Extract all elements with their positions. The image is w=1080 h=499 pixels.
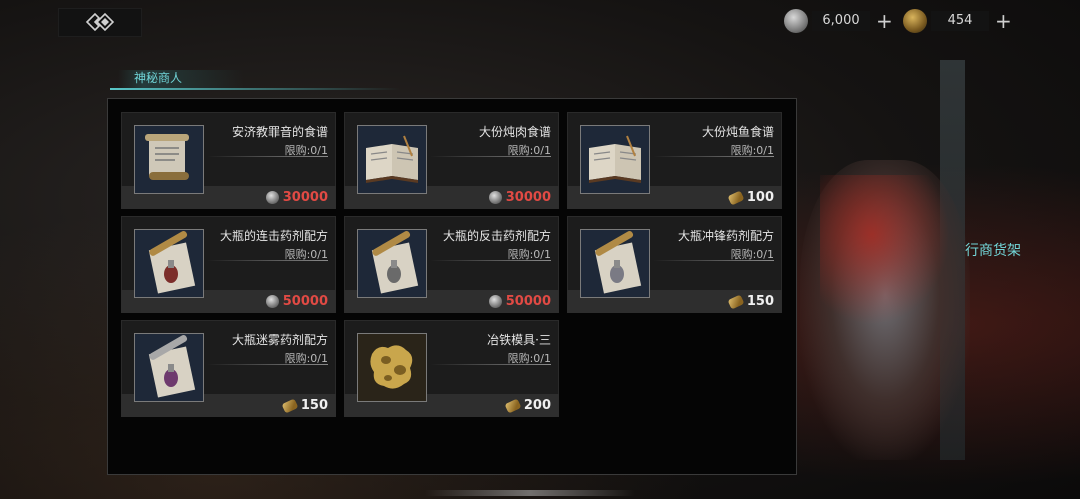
silver-coin-icon [784,9,808,33]
open-book-icon [589,135,641,183]
gold-leaf-icon [903,9,927,33]
item-thumbnail [580,229,650,298]
tab-underline [110,88,400,90]
shop-item-card[interactable]: 大瓶的反击药剂配方 限购:0/1 50000 [344,216,559,313]
item-name: 大瓶冲锋药剂配方 [677,229,774,243]
item-price: 150 [727,294,774,309]
tab-mysterious-merchant[interactable]: 神秘商人 [118,70,244,88]
shop-item-card[interactable]: 大瓶迷雾药剂配方 限购:0/1 150 [121,320,336,417]
back-button[interactable] [58,8,142,37]
bottom-indicator [425,490,635,496]
silver-coin-icon [488,191,502,204]
item-thumbnail [580,125,650,194]
item-price: 200 [504,398,551,413]
gold-leaf-icon [727,190,745,205]
item-name: 大瓶的反击药剂配方 [442,229,551,243]
gold-currency: 454 + [903,8,1012,34]
potion-scroll-icon [148,231,196,294]
item-price: 100 [727,190,774,205]
silver-coin-icon [265,191,279,204]
item-name: 安济教罪音的食谱 [231,125,328,139]
item-price: 50000 [488,294,551,309]
item-thumbnail [134,333,204,402]
shop-panel: 安济教罪音的食谱 限购:0/1 30000 大份炖肉食谱 限购:0/1 3000… [107,98,797,475]
shop-item-card[interactable]: 大份炖鱼食谱 限购:0/1 100 [567,112,782,209]
price-value: 100 [746,190,774,205]
item-thumbnail [357,229,427,298]
shelf-label[interactable]: 行商货架 [965,240,1021,260]
potion-scroll-icon [371,231,419,294]
silver-coin-icon [488,295,502,308]
item-thumbnail [357,333,427,402]
price-value: 50000 [505,294,551,309]
item-price: 50000 [265,294,328,309]
item-name: 大瓶的连击药剂配方 [219,229,328,243]
add-gold-button[interactable]: + [995,11,1012,31]
silver-amount: 6,000 [812,11,870,31]
scroll-icon [145,134,189,180]
gold-leaf-icon [727,294,745,309]
item-name: 大份炖肉食谱 [478,125,551,139]
merchant-cloak [820,175,950,325]
gold-amount: 454 [931,11,989,31]
shop-item-card[interactable]: 安济教罪音的食谱 限购:0/1 30000 [121,112,336,209]
item-name: 冶铁模具·三 [487,333,551,347]
price-value: 150 [300,398,328,413]
open-book-icon [366,135,418,183]
potion-scroll-icon [594,231,642,294]
add-silver-button[interactable]: + [876,11,893,31]
price-value: 30000 [505,190,551,205]
iron-mold-icon [370,345,413,389]
shop-item-card[interactable]: 大瓶的连击药剂配方 限购:0/1 50000 [121,216,336,313]
gold-leaf-icon [281,398,299,413]
item-price: 30000 [265,190,328,205]
item-thumbnail [357,125,427,194]
price-value: 150 [746,294,774,309]
silver-currency: 6,000 + [784,8,893,34]
shop-item-card[interactable]: 冶铁模具·三 限购:0/1 200 [344,320,559,417]
gold-leaf-icon [504,398,522,413]
item-name: 大瓶迷雾药剂配方 [231,333,328,347]
shop-item-card[interactable]: 大瓶冲锋药剂配方 限购:0/1 150 [567,216,782,313]
item-thumbnail [134,229,204,298]
item-price: 150 [281,398,328,413]
potion-scroll-icon [148,335,196,398]
shop-item-card[interactable]: 大份炖肉食谱 限购:0/1 30000 [344,112,559,209]
silver-coin-icon [265,295,279,308]
item-name: 大份炖鱼食谱 [701,125,774,139]
price-value: 200 [523,398,551,413]
item-price: 30000 [488,190,551,205]
price-value: 50000 [282,294,328,309]
item-thumbnail [134,125,204,194]
back-arrow-icon [85,12,115,32]
price-value: 30000 [282,190,328,205]
